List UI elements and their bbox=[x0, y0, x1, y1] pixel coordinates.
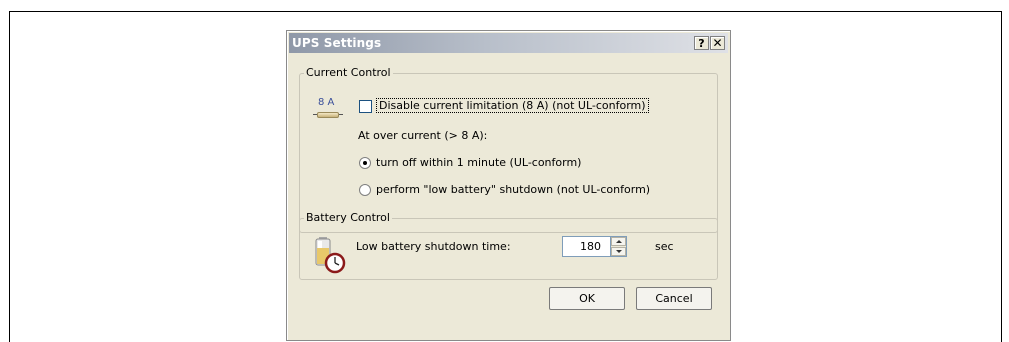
turn-off-label[interactable]: turn off within 1 minute (UL-conform) bbox=[376, 156, 581, 169]
fuse-icon: 8 A bbox=[313, 97, 343, 120]
turn-off-radio[interactable] bbox=[359, 157, 371, 169]
battery-clock-icon bbox=[315, 237, 346, 274]
dialog-title: UPS Settings bbox=[292, 36, 382, 50]
disable-limitation-checkbox[interactable] bbox=[359, 100, 372, 113]
battery-control-group: Battery Control Low battery shutdown tim… bbox=[299, 211, 718, 280]
shutdown-time-label: Low battery shutdown time: bbox=[356, 240, 511, 253]
title-bar[interactable]: UPS Settings ? ✕ bbox=[289, 33, 728, 53]
help-button[interactable]: ? bbox=[694, 36, 709, 50]
cancel-button[interactable]: Cancel bbox=[636, 287, 712, 310]
spin-down-icon[interactable] bbox=[611, 247, 626, 256]
close-button[interactable]: ✕ bbox=[710, 36, 725, 50]
current-control-label: Current Control bbox=[304, 66, 393, 79]
low-battery-shutdown-label[interactable]: perform "low battery" shutdown (not UL-c… bbox=[376, 183, 650, 196]
battery-control-label: Battery Control bbox=[304, 211, 392, 224]
over-current-label: At over current (> 8 A): bbox=[358, 129, 488, 142]
current-control-group: Current Control 8 A Disable current limi… bbox=[299, 66, 718, 233]
ups-settings-dialog: UPS Settings ? ✕ Current Control 8 A Dis… bbox=[286, 30, 731, 341]
disable-limitation-label[interactable]: Disable current limitation (8 A) (not UL… bbox=[376, 98, 649, 113]
shutdown-time-input[interactable]: 180 bbox=[562, 236, 611, 257]
low-battery-shutdown-radio[interactable] bbox=[359, 184, 371, 196]
shutdown-time-unit: sec bbox=[655, 240, 674, 253]
spin-up-icon[interactable] bbox=[611, 237, 626, 246]
fuse-amp-label: 8 A bbox=[318, 97, 335, 108]
shutdown-time-spinner[interactable] bbox=[611, 236, 627, 257]
ok-button[interactable]: OK bbox=[549, 287, 625, 310]
